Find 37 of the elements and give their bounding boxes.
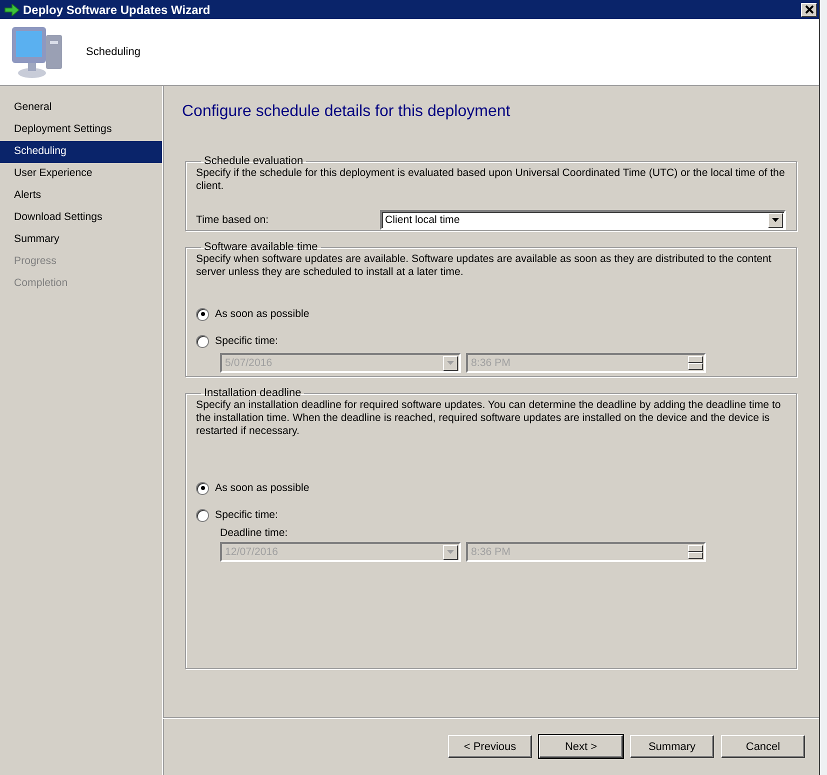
dropdown-arrow-icon	[772, 218, 779, 222]
sidebar-item[interactable]: Scheduling	[0, 141, 162, 163]
description-text: Specify when software updates are available. Software updates are available as soon as they are distributed to the content server unless they are scheduled to install at a later time.	[196, 253, 772, 279]
close-button[interactable]	[801, 2, 817, 16]
radio-label[interactable]: As soon as possible	[215, 308, 310, 320]
page-title: Scheduling	[86, 46, 140, 58]
sidebar-item[interactable]: Deployment Settings	[0, 119, 162, 141]
sidebar-item[interactable]: Summary	[0, 229, 162, 251]
radio-label[interactable]: Specific time:	[215, 335, 278, 347]
arrow-icon	[4, 4, 20, 16]
wizard-button[interactable]: Next >	[539, 735, 623, 758]
sidebar-item[interactable]: User Experience	[0, 163, 162, 185]
field-label: Time based on:	[196, 214, 269, 226]
group-title: Schedule evaluation	[203, 155, 304, 167]
group-title: Installation deadline	[203, 387, 302, 399]
dropdown-arrow-icon	[447, 361, 454, 365]
window-title: Deploy Software Updates Wizard	[23, 2, 212, 16]
description-text: Specify an installation deadline for required software updates. You can determine the deadline by adding the deadline time to the installation time. When the deadline is reached, required software updates are installed on the device and the device is restarted if necessary.	[196, 399, 782, 438]
sidebar-item[interactable]: General	[0, 97, 162, 119]
radio-button[interactable]	[196, 508, 209, 522]
description-text: Specify if the schedule for this deployment is evaluated based upon Universal Coordinated Time (UTC) or the local time of the client.	[196, 167, 786, 193]
radio-label[interactable]: Specific time:	[215, 509, 278, 521]
wizard-button[interactable]: Cancel	[721, 735, 805, 758]
radio-button[interactable]	[196, 308, 209, 320]
wizard-button[interactable]: < Previous	[448, 735, 532, 758]
wizard-button[interactable]: Summary	[630, 735, 714, 758]
dropdown-field[interactable]: Client local time	[380, 210, 786, 230]
page-heading: Configure schedule details for this deployment	[182, 103, 512, 121]
field-label: Deadline time:	[220, 527, 288, 539]
radio-button[interactable]	[196, 482, 209, 494]
sidebar-item[interactable]: Download Settings	[0, 207, 162, 229]
group-title: Software available time	[203, 241, 319, 253]
radio-button[interactable]	[196, 334, 209, 348]
close-icon	[804, 5, 814, 14]
dropdown-arrow-icon	[447, 550, 454, 554]
radio-label[interactable]: As soon as possible	[215, 482, 310, 494]
sidebar-item[interactable]: Alerts	[0, 185, 162, 207]
